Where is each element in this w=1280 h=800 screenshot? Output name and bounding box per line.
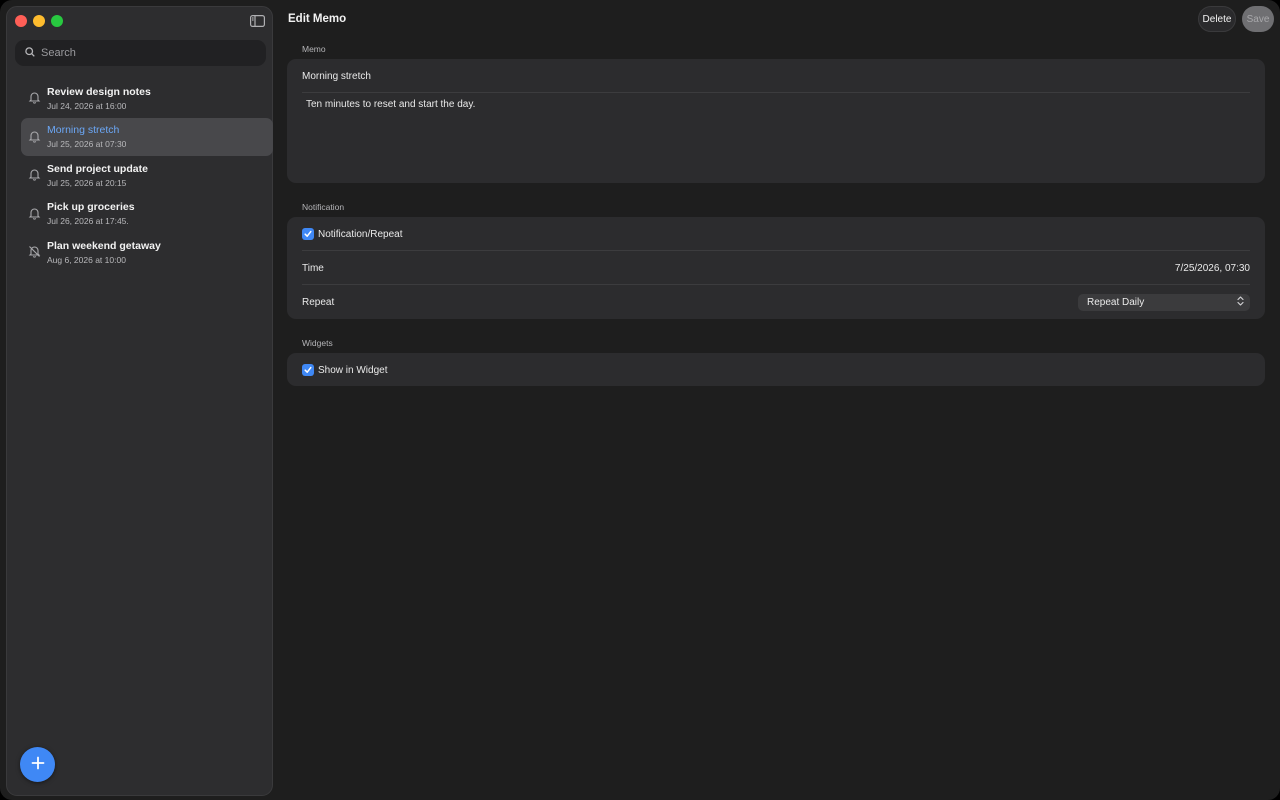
search-field[interactable] xyxy=(15,40,266,66)
memo-title: Morning stretch xyxy=(47,124,120,136)
notification-card: Notification/Repeat Time 7/25/2026, 07:3… xyxy=(287,217,1265,319)
time-label: Time xyxy=(302,262,324,274)
repeat-label: Repeat xyxy=(302,296,335,308)
memo-title: Review design notes xyxy=(47,85,151,98)
memo-date: Jul 25, 2026 at 07:30 xyxy=(47,139,127,149)
delete-button[interactable]: Delete xyxy=(1198,6,1236,32)
memo-title: Pick up groceries xyxy=(47,201,135,213)
memo-list-item-selected[interactable]: Morning stretch Jul 25, 2026 at 07:30 xyxy=(21,117,273,156)
memo-list-item[interactable]: Pick up groceries Jul 26, 2026 at 17:45. xyxy=(21,195,273,233)
search-input[interactable] xyxy=(41,47,241,59)
memo-title-input[interactable] xyxy=(302,70,1250,82)
save-button[interactable]: Save xyxy=(1242,6,1274,32)
minimize-window-button[interactable] xyxy=(33,15,45,27)
divider xyxy=(302,92,1250,93)
plus-icon xyxy=(31,756,45,773)
search-icon xyxy=(25,44,35,62)
widget-toggle-label: Show in Widget xyxy=(318,364,388,376)
close-window-button[interactable] xyxy=(15,15,27,27)
repeat-select-value: Repeat Daily xyxy=(1087,296,1145,308)
bell-icon xyxy=(28,130,41,143)
window-controls xyxy=(15,15,63,27)
memo-date: Aug 6, 2026 at 10:00 xyxy=(47,254,126,265)
notification-section-label: Notification xyxy=(302,202,345,212)
bell-icon xyxy=(28,168,41,181)
memo-title-row xyxy=(287,59,1265,93)
memo-list-item[interactable]: Plan weekend getaway Aug 6, 2026 at 10:0… xyxy=(21,233,273,271)
memo-date: Jul 26, 2026 at 17:45. xyxy=(47,216,129,226)
bell-icon xyxy=(28,207,41,220)
widget-checkbox[interactable] xyxy=(302,364,314,376)
add-memo-button[interactable] xyxy=(20,747,55,782)
bell-icon xyxy=(28,91,41,104)
memo-date: Jul 24, 2026 at 16:00 xyxy=(47,100,127,111)
sidebar: Review design notes Jul 24, 2026 at 16:0… xyxy=(6,6,273,796)
memo-body-textarea[interactable]: Ten minutes to reset and start the day. xyxy=(287,93,1265,182)
memo-date: Jul 25, 2026 at 20:15 xyxy=(47,177,127,188)
widgets-card: Show in Widget xyxy=(287,353,1265,386)
memo-list-item[interactable]: Review design notes Jul 24, 2026 at 16:0… xyxy=(21,79,273,117)
widgets-section-label: Widgets xyxy=(302,338,333,348)
repeat-row: Repeat Repeat Daily xyxy=(287,285,1265,319)
time-value[interactable]: 7/25/2026, 07:30 xyxy=(1175,263,1250,274)
notification-checkbox[interactable] xyxy=(302,228,314,240)
memo-title: Plan weekend getaway xyxy=(47,239,161,252)
app-window: Review design notes Jul 24, 2026 at 16:0… xyxy=(0,0,1280,800)
memo-section-label: Memo xyxy=(302,44,326,54)
widget-toggle-row[interactable]: Show in Widget xyxy=(287,353,1265,387)
notification-toggle-row[interactable]: Notification/Repeat xyxy=(287,217,1265,251)
memo-list: Review design notes Jul 24, 2026 at 16:0… xyxy=(21,79,273,272)
time-row: Time 7/25/2026, 07:30 xyxy=(287,251,1265,285)
chevron-up-down-icon xyxy=(1237,295,1244,309)
notification-toggle-label: Notification/Repeat xyxy=(318,228,403,240)
maximize-window-button[interactable] xyxy=(51,15,63,27)
main-content: Edit Memo Delete Save Memo Ten minutes t… xyxy=(273,0,1280,800)
bell-slash-icon xyxy=(28,245,41,258)
memo-title: Send project update xyxy=(47,162,148,175)
sidebar-toggle-icon[interactable] xyxy=(250,14,266,28)
page-title: Edit Memo xyxy=(288,13,347,25)
repeat-select[interactable]: Repeat Daily xyxy=(1078,293,1250,311)
memo-card: Ten minutes to reset and start the day. xyxy=(287,59,1265,183)
memo-list-item[interactable]: Send project update Jul 25, 2026 at 20:1… xyxy=(21,156,273,194)
